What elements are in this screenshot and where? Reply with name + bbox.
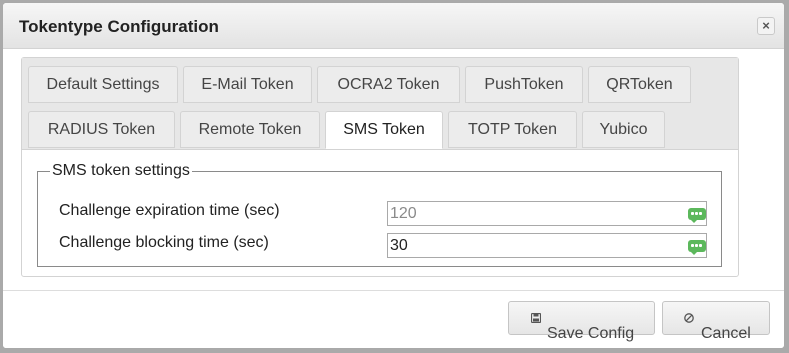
- tokentype-tabs: Default Settings E-Mail Token OCRA2 Toke…: [21, 57, 739, 277]
- challenge-expiration-label: Challenge expiration time (sec): [59, 202, 280, 219]
- tab-remote-token[interactable]: Remote Token: [180, 111, 320, 148]
- chat-bubble-icon: [688, 240, 706, 255]
- save-config-label: Save Config: [547, 325, 635, 342]
- tab-push-token[interactable]: PushToken: [465, 66, 583, 103]
- challenge-blocking-input[interactable]: [387, 233, 707, 258]
- tab-ocra2-token[interactable]: OCRA2 Token: [317, 66, 460, 103]
- tab-radius-token[interactable]: RADIUS Token: [28, 111, 175, 148]
- sms-token-settings-fieldset: SMS token settings Challenge expiration …: [37, 162, 722, 267]
- save-config-button[interactable]: Save Config: [508, 301, 655, 342]
- cancel-circle-icon: [684, 313, 694, 323]
- dialog-titlebar[interactable]: Tokentype Configuration ×: [3, 3, 784, 49]
- sms-settings-legend: SMS token settings: [52, 162, 190, 179]
- dialog-title: Tokentype Configuration: [19, 17, 219, 36]
- challenge-blocking-label: Challenge blocking time (sec): [59, 234, 269, 251]
- challenge-expiration-input[interactable]: [387, 201, 707, 226]
- tokentype-config-dialog: Tokentype Configuration × Default Settin…: [2, 2, 785, 349]
- save-icon: [531, 313, 541, 323]
- chat-bubble-icon: [688, 208, 706, 223]
- tab-email-token[interactable]: E-Mail Token: [183, 66, 312, 103]
- dialog-footer: Save Config Cancel: [3, 290, 784, 348]
- cancel-label: Cancel: [701, 325, 751, 342]
- tab-totp-token[interactable]: TOTP Token: [448, 111, 577, 148]
- tab-qr-token[interactable]: QRToken: [588, 66, 691, 103]
- tab-yubico[interactable]: Yubico: [582, 111, 665, 148]
- tab-sms-token[interactable]: SMS Token: [325, 111, 443, 149]
- tab-default-settings[interactable]: Default Settings: [28, 66, 178, 103]
- close-button[interactable]: ×: [757, 17, 775, 35]
- tab-bar: Default Settings E-Mail Token OCRA2 Toke…: [22, 58, 738, 150]
- close-icon: ×: [762, 18, 770, 33]
- cancel-button[interactable]: Cancel: [662, 301, 770, 342]
